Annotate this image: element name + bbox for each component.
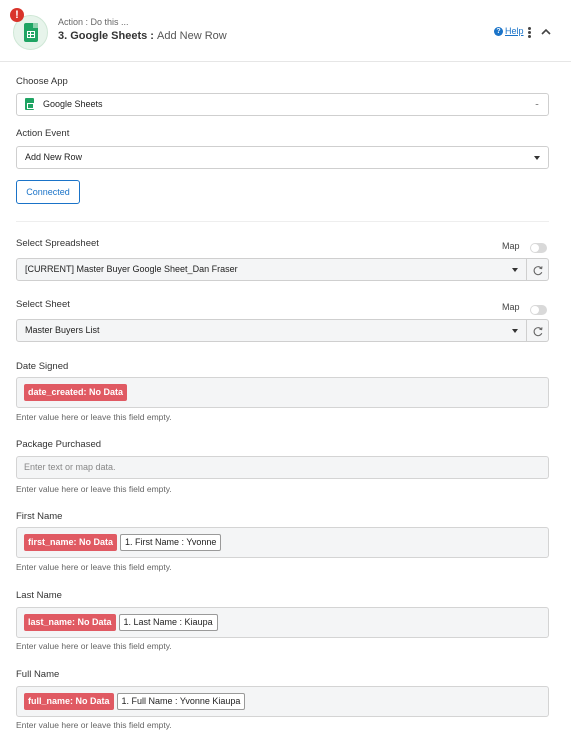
sheet-map-toggle[interactable] [530,305,547,315]
action-event-value: Add New Row [25,152,83,162]
step-header[interactable]: ! Action : Do this ... 3. Google Sheets … [0,0,571,62]
chevron-up-icon[interactable] [540,27,552,37]
select-sheet-dropdown[interactable]: Master Buyers List [16,319,527,342]
divider [16,221,549,222]
spreadsheet-value: [CURRENT] Master Buyer Google Sheet_Dan … [25,264,238,274]
mapped-token[interactable]: full_name: No Data [24,693,114,710]
mapped-token[interactable]: last_name: No Data [24,614,116,631]
help-link[interactable]: ? Help [494,26,524,36]
help-label: Help [505,26,524,36]
mapped-token[interactable]: 1. Full Name : Yvonne Kiaupa [116,693,246,710]
date-signed-label: Date Signed [16,361,69,372]
last-name-label: Last Name [16,590,62,601]
connected-button[interactable]: Connected [16,180,80,204]
sheet-refresh-button[interactable] [527,319,549,342]
caret-down-icon [512,329,518,333]
full-name-hint: Enter value here or leave this field emp… [16,720,172,730]
action-event-label: Action Event [16,128,70,139]
alert-badge: ! [10,8,24,22]
first-name-hint: Enter value here or leave this field emp… [16,562,172,572]
choose-app-label: Choose App [16,76,68,87]
mapped-token[interactable]: 1. Last Name : Kiaupa [118,614,218,631]
package-purchased-hint: Enter value here or leave this field emp… [16,484,172,494]
caret-down-icon [534,156,540,160]
full-name-field[interactable]: full_name: No Data 1. Full Name : Yvonne… [16,686,549,717]
sheet-value: Master Buyers List [25,325,100,335]
first-name-label: First Name [16,511,63,522]
full-name-label: Full Name [16,669,60,680]
select-spreadsheet-label: Select Spreadsheet [16,238,99,249]
spreadsheet-map-label: Map [502,241,520,251]
date-signed-field[interactable]: date_created: No Data [16,377,549,408]
date-signed-hint: Enter value here or leave this field emp… [16,412,172,422]
spreadsheet-map-toggle[interactable] [530,243,547,253]
choose-app-select[interactable]: Google Sheets [16,93,549,116]
mapped-token[interactable]: 1. First Name : Yvonne [120,534,222,551]
chevron-down-icon [535,104,539,105]
spreadsheet-refresh-button[interactable] [527,258,549,281]
action-event-select[interactable]: Add New Row [16,146,549,169]
action-label: Action : Do this ... [58,17,129,27]
select-spreadsheet-dropdown[interactable]: [CURRENT] Master Buyer Google Sheet_Dan … [16,258,527,281]
caret-down-icon [512,268,518,272]
package-purchased-label: Package Purchased [16,439,102,450]
refresh-icon [533,327,543,337]
package-purchased-field[interactable]: Enter text or map data. [16,456,549,479]
mapped-token[interactable]: date_created: No Data [24,384,128,401]
select-sheet-label: Select Sheet [16,299,70,310]
step-title-event: Add New Row [157,30,227,42]
step-title-app: 3. Google Sheets : [58,30,154,42]
last-name-hint: Enter value here or leave this field emp… [16,641,172,651]
question-circle-icon: ? [494,26,503,36]
refresh-icon [533,266,543,276]
kebab-icon[interactable] [528,27,532,38]
google-sheets-icon [25,97,34,110]
mapped-token[interactable]: first_name: No Data [24,534,118,551]
first-name-field[interactable]: first_name: No Data 1. First Name : Yvon… [16,527,549,558]
google-sheets-icon [24,23,38,42]
step-title: 3. Google Sheets : Add New Row [58,30,227,42]
choose-app-value: Google Sheets [43,99,103,109]
last-name-field[interactable]: last_name: No Data 1. Last Name : Kiaupa [16,607,549,638]
sheet-map-label: Map [502,302,520,312]
